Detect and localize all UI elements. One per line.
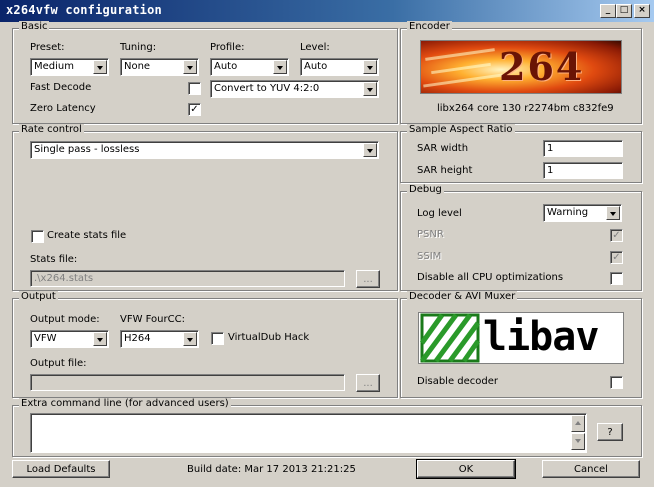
streak [431, 62, 491, 75]
output-mode-label: Output mode: [30, 314, 100, 325]
zero-latency-checkbox[interactable]: ✓ [188, 103, 201, 116]
disable-decoder-label: Disable decoder [417, 376, 499, 387]
x264-logo-text: 264 [499, 44, 585, 89]
level-select[interactable]: Auto [300, 58, 379, 76]
log-level-value: Warning [547, 207, 589, 218]
chevron-down-icon[interactable] [183, 332, 197, 346]
log-level-label: Log level [417, 208, 462, 219]
ok-button[interactable]: OK [416, 459, 516, 479]
ssim-label: SSIM [417, 251, 442, 262]
build-date: Build date: Mar 17 2013 21:21:25 [187, 464, 356, 475]
chevron-down-icon[interactable] [273, 60, 287, 74]
create-stats-checkbox[interactable] [31, 230, 44, 243]
fourcc-select[interactable]: H264 [120, 330, 199, 348]
level-label: Level: [300, 42, 330, 53]
encoder-version: libx264 core 130 r2274bm c832fe9 [437, 103, 614, 114]
extra-command-legend: Extra command line (for advanced users) [19, 398, 231, 409]
output-mode-select[interactable]: VFW [30, 330, 109, 348]
extra-command-input[interactable] [30, 413, 587, 453]
chevron-down-icon[interactable] [363, 143, 377, 157]
encoder-legend: Encoder [407, 21, 452, 32]
sar-height-value: 1 [547, 165, 554, 176]
disable-cpu-checkbox[interactable] [610, 272, 623, 285]
sar-legend: Sample Aspect Ratio [407, 124, 515, 135]
basic-legend: Basic [19, 21, 50, 32]
title-bar[interactable]: x264vfw configuration _ □ × [0, 0, 654, 22]
output-legend: Output [19, 291, 58, 302]
chevron-down-icon[interactable] [606, 206, 620, 220]
preset-value: Medium [34, 61, 74, 72]
cancel-button[interactable]: Cancel [542, 460, 640, 478]
libav-logo-text: libav [483, 314, 599, 360]
debug-legend: Debug [407, 184, 444, 195]
output-file-browse-button[interactable]: ... [356, 374, 380, 392]
libav-logo: libav [418, 312, 624, 364]
decoder-legend: Decoder & AVI Muxer [407, 291, 518, 302]
fast-decode-checkbox[interactable] [188, 82, 201, 95]
colorspace-select[interactable]: Convert to YUV 4:2:0 [210, 80, 379, 98]
rate-control-legend: Rate control [19, 124, 84, 135]
x264-logo: 264 [420, 40, 622, 94]
maximize-button[interactable]: □ [616, 4, 632, 18]
stats-file-input[interactable]: .\x264.stats [30, 270, 345, 287]
scroll-up-icon[interactable] [571, 415, 585, 432]
ssim-checkbox[interactable]: ✓ [610, 251, 623, 264]
fast-decode-label: Fast Decode [30, 82, 92, 93]
output-file-label: Output file: [30, 358, 87, 369]
rate-control-mode-value: Single pass - lossless [34, 144, 140, 155]
stats-file-label: Stats file: [30, 254, 78, 265]
psnr-checkbox[interactable]: ✓ [610, 229, 623, 242]
disable-cpu-label: Disable all CPU optimizations [417, 272, 564, 283]
libav-logo-icon [420, 313, 481, 363]
chevron-down-icon[interactable] [93, 60, 107, 74]
load-defaults-button[interactable]: Load Defaults [12, 460, 110, 478]
chevron-down-icon[interactable] [93, 332, 107, 346]
preset-label: Preset: [30, 42, 65, 53]
scroll-down-icon[interactable] [571, 433, 585, 450]
psnr-label: PSNR [417, 229, 444, 240]
level-value: Auto [304, 61, 328, 72]
stats-file-value: .\x264.stats [34, 273, 94, 284]
profile-select[interactable]: Auto [210, 58, 289, 76]
tuning-label: Tuning: [120, 42, 157, 53]
minimize-button[interactable]: _ [600, 4, 616, 18]
chevron-down-icon[interactable] [363, 60, 377, 74]
sar-width-value: 1 [547, 143, 554, 154]
zero-latency-label: Zero Latency [30, 103, 96, 114]
stats-file-browse-button[interactable]: ... [356, 270, 380, 288]
create-stats-label: Create stats file [47, 230, 127, 241]
profile-label: Profile: [210, 42, 245, 53]
virtualdub-hack-label: VirtualDub Hack [228, 332, 310, 343]
help-button[interactable]: ? [597, 423, 623, 441]
rate-control-mode-select[interactable]: Single pass - lossless [30, 141, 379, 159]
sar-height-input[interactable]: 1 [543, 162, 623, 179]
tuning-select[interactable]: None [120, 58, 199, 76]
fourcc-label: VFW FourCC: [120, 314, 185, 325]
fourcc-value: H264 [124, 333, 151, 344]
close-button[interactable]: × [634, 4, 650, 18]
profile-value: Auto [214, 61, 238, 72]
window-title: x264vfw configuration [6, 3, 162, 17]
colorspace-value: Convert to YUV 4:2:0 [214, 83, 320, 94]
output-file-input[interactable] [30, 374, 345, 391]
chevron-down-icon[interactable] [183, 60, 197, 74]
sar-height-label: SAR height [417, 165, 473, 176]
virtualdub-hack-checkbox[interactable] [211, 332, 224, 345]
streak [423, 73, 503, 88]
tuning-value: None [124, 61, 151, 72]
output-mode-value: VFW [34, 333, 57, 344]
chevron-down-icon[interactable] [363, 82, 377, 96]
preset-select[interactable]: Medium [30, 58, 109, 76]
sar-width-label: SAR width [417, 143, 469, 154]
disable-decoder-checkbox[interactable] [610, 376, 623, 389]
sar-width-input[interactable]: 1 [543, 140, 623, 157]
log-level-select[interactable]: Warning [543, 204, 622, 222]
streak [425, 48, 495, 61]
